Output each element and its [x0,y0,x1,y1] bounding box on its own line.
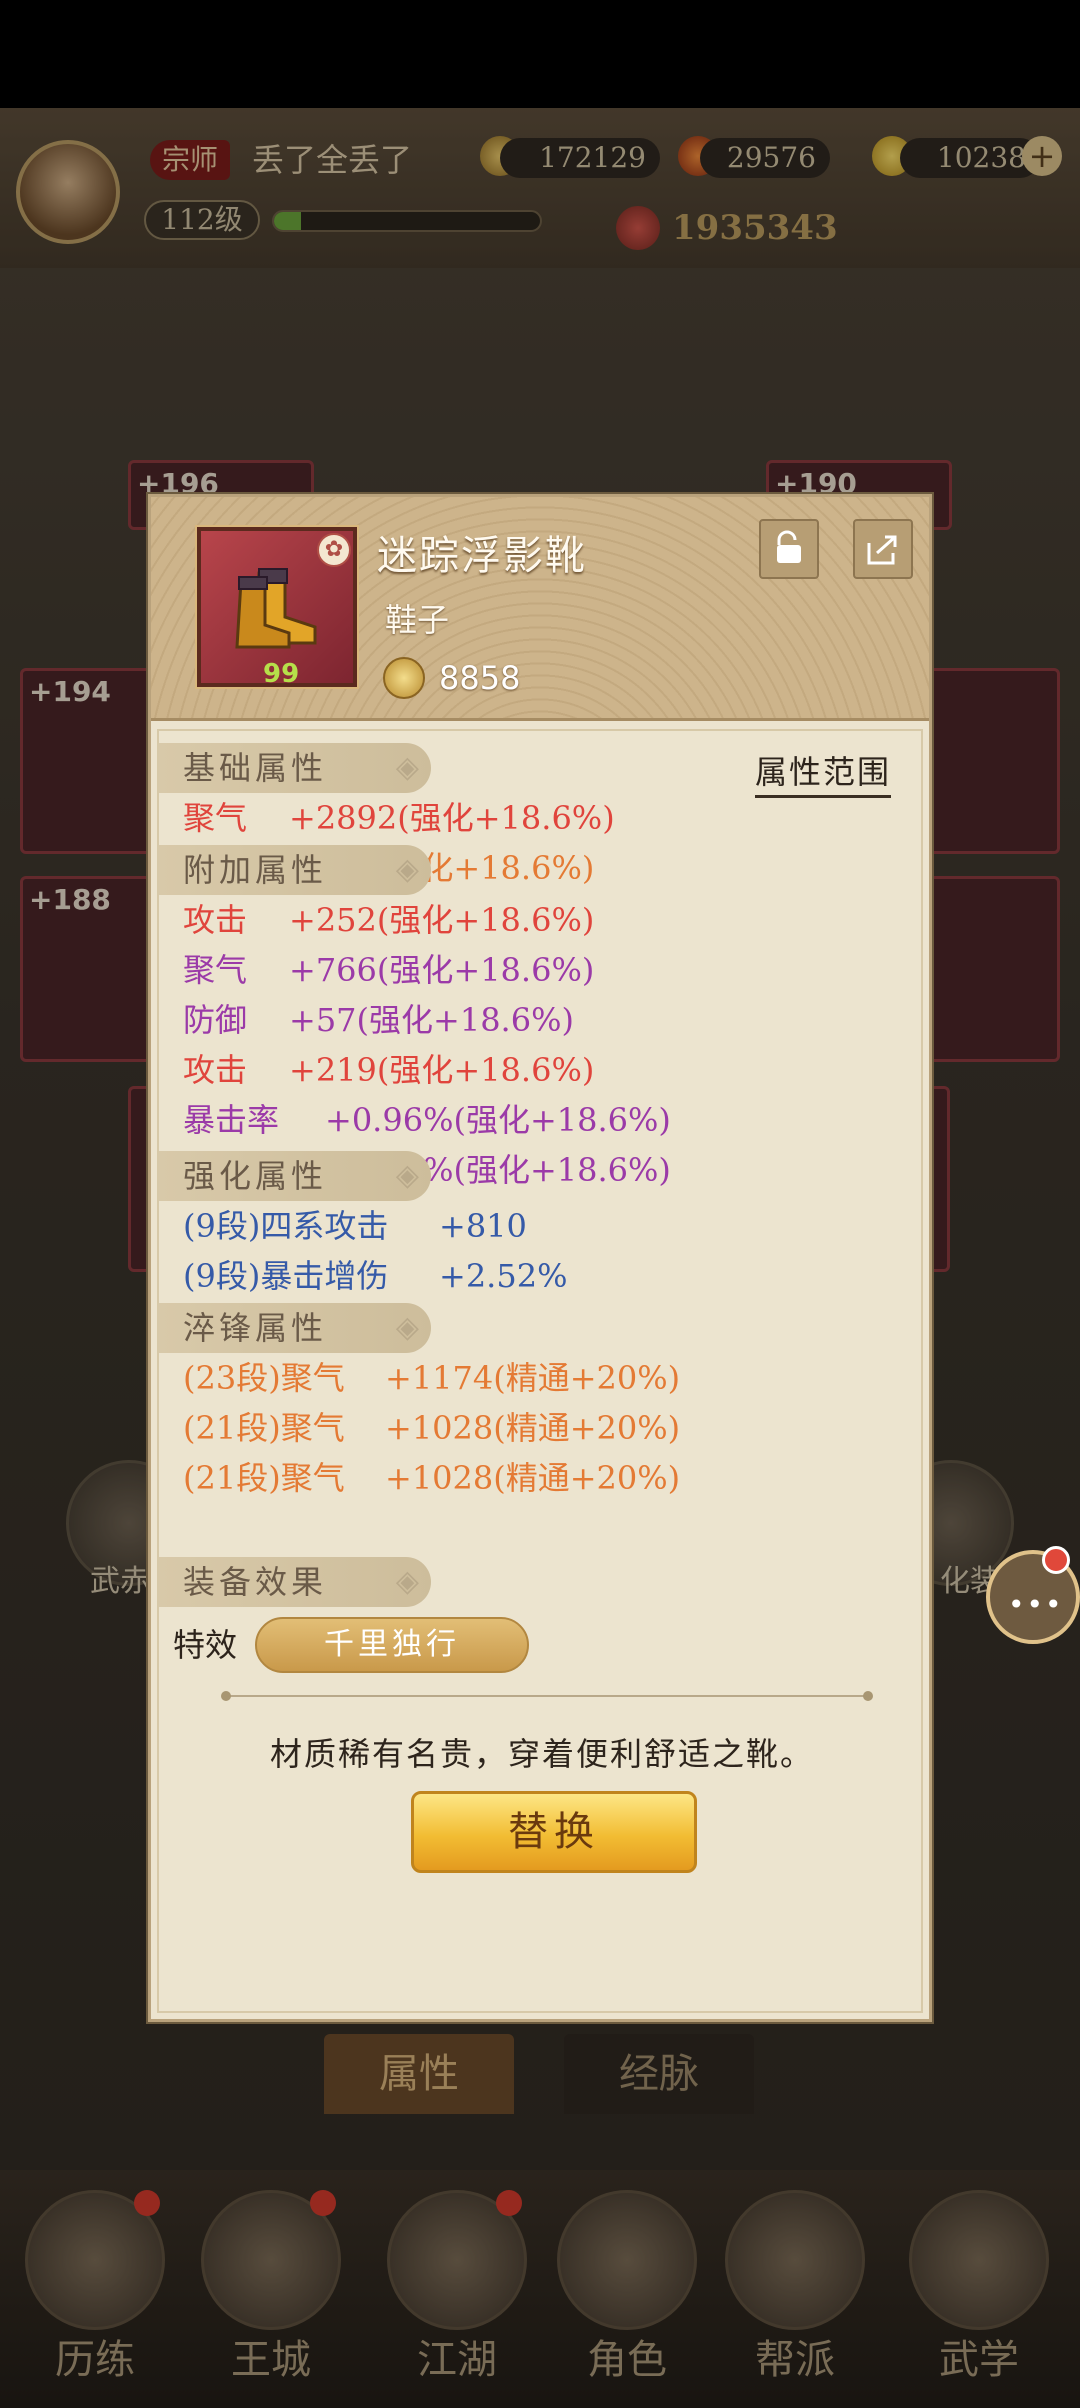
replace-button[interactable]: 替换 [411,1791,697,1873]
attribute-value: +810 [439,1207,527,1245]
notification-dot [1042,1546,1070,1574]
unlock-icon [777,530,801,563]
attribute-row: (9段)暴击增伤 +2.52% [183,1251,567,1301]
item-quality: 99 [263,659,300,689]
attribute-name: (9段)暴击增伤 [183,1257,389,1295]
attribute-value: +219(强化+18.6%) [289,1051,595,1089]
item-name: 迷踪浮影靴 [377,533,587,579]
effect-label: 特效 [173,1626,238,1664]
attribute-value: +0.96%(强化+18.6%) [325,1101,671,1139]
lock-button[interactable] [759,519,819,579]
attribute-name: 聚气 [183,951,248,989]
attribute-value: +1028(精通+20%) [385,1459,681,1497]
section-extra: 附加属性 [159,845,431,895]
section-enhance: 强化属性 [159,1151,431,1201]
attribute-value: +1174(精通+20%) [385,1359,681,1397]
attribute-name: 防御 [183,1001,248,1039]
score-icon [383,657,425,699]
attribute-row: 攻击 +219(强化+18.6%) [183,1045,594,1095]
share-icon [867,535,897,565]
effect-pill[interactable]: 千里独行 [255,1617,529,1673]
attribute-name: (9段)四系攻击 [183,1207,389,1245]
attribute-row: (21段)聚气 +1028(精通+20%) [183,1453,680,1503]
section-basic: 基础属性 [159,743,431,793]
attribute-range-link[interactable]: 属性范围 [755,747,892,798]
attribute-value: +252(强化+18.6%) [289,901,595,939]
chat-icon: ••• [1008,1588,1064,1621]
item-type: 鞋子 [385,601,450,639]
status-bar [0,0,1080,108]
attribute-value: +766(强化+18.6%) [289,951,595,989]
attribute-name: 暴击率 [183,1101,280,1139]
section-equip-effect: 装备效果 [159,1557,431,1607]
chat-button[interactable]: ••• [986,1546,1080,1644]
attribute-row: (23段)聚气 +1174(精通+20%) [183,1353,680,1403]
attribute-name: (21段)聚气 [183,1459,345,1497]
item-attributes: 基础属性 属性范围 聚气+2892(强化+18.6%)内力+658(强化+18.… [157,729,923,2013]
item-flower-icon: ✿ [317,533,351,567]
divider [221,1691,873,1701]
attribute-row: 防御 +57(强化+18.6%) [183,995,574,1045]
item-description: 材质稀有名贵，穿着便利舒适之靴。 [269,1735,814,1773]
boot-icon [235,568,317,649]
item-icon: 99 ✿ [195,525,359,689]
attribute-row: (21段)聚气 +1028(精通+20%) [183,1403,680,1453]
attribute-row: 聚气 +766(强化+18.6%) [183,945,594,995]
attribute-value: +2.52% [439,1257,568,1295]
attribute-name: (21段)聚气 [183,1409,345,1447]
attribute-name: 攻击 [183,1051,248,1089]
item-detail-popup: 99 ✿ 迷踪浮影靴 鞋子 8858 基础属性 属性范围 聚气 +2892(强化+… [148,494,932,2022]
attribute-row: 暴击率 +0.96%(强化+18.6%) [183,1095,671,1145]
section-temper: 淬锋属性 [159,1303,431,1353]
item-header: 99 ✿ 迷踪浮影靴 鞋子 8858 [151,497,929,721]
attribute-row: 攻击 +252(强化+18.6%) [183,895,594,945]
attribute-value: +1028(精通+20%) [385,1409,681,1447]
attribute-name: (23段)聚气 [183,1359,345,1397]
attribute-name: 聚气 [183,799,248,837]
attribute-value: +2892(强化+18.6%) [289,799,615,837]
item-score: 8858 [439,659,521,697]
attribute-name: 攻击 [183,901,248,939]
attribute-value: +57(强化+18.6%) [289,1001,574,1039]
attribute-row: 聚气 +2892(强化+18.6%) [183,793,615,843]
share-button[interactable] [853,519,913,579]
attribute-row: (9段)四系攻击 +810 [183,1201,527,1251]
